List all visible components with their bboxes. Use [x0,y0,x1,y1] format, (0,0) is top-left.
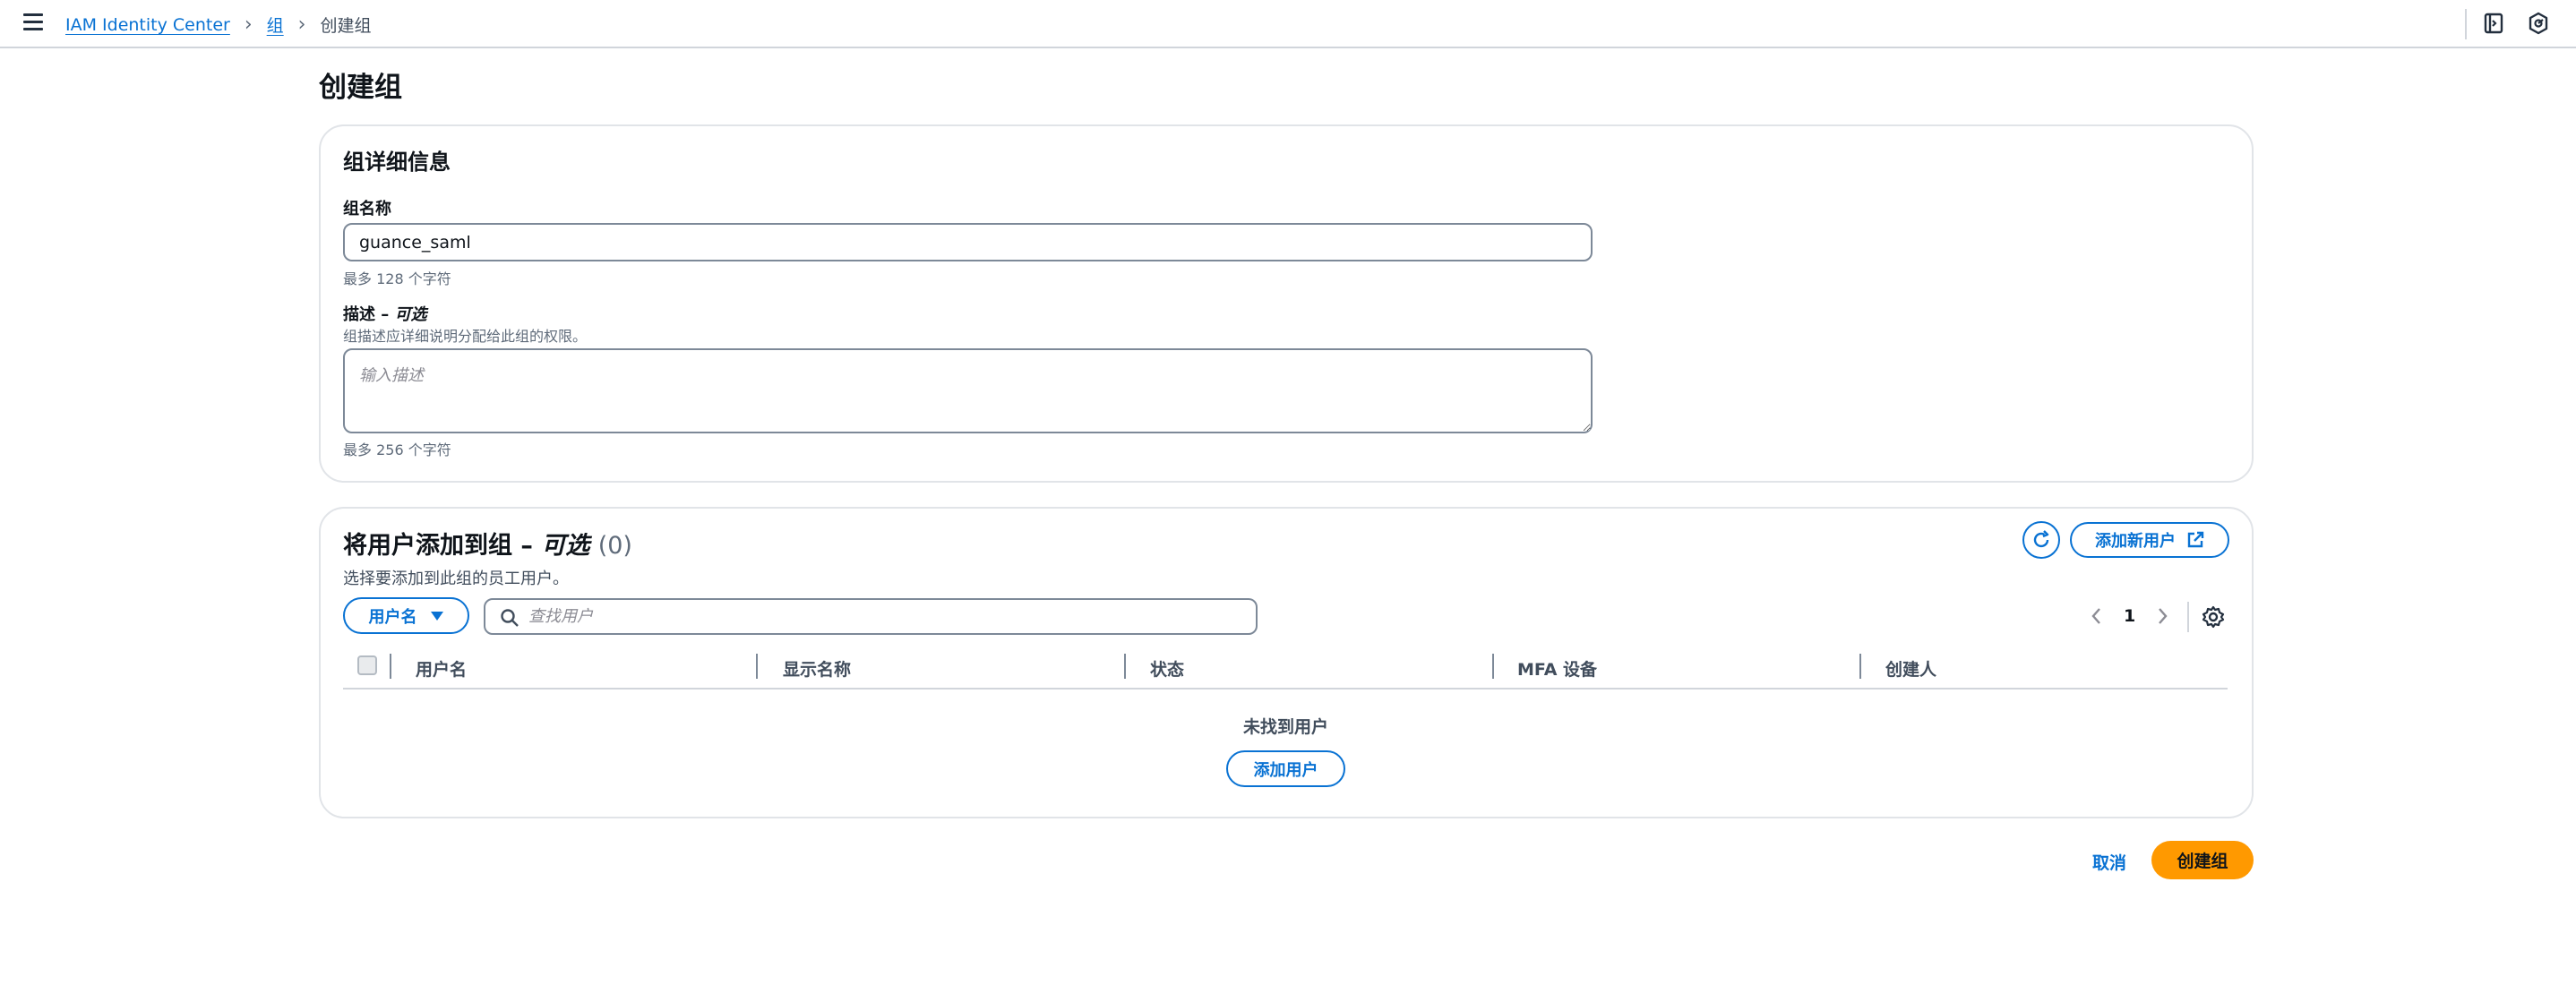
chevron-right-icon: › [297,13,306,36]
add-users-heading: 将用户添加到组 – 可选 (0) [343,526,632,561]
chevron-left-icon[interactable] [2088,605,2106,627]
user-search-field[interactable] [484,598,1258,635]
breadcrumb-current: 创建组 [320,16,372,36]
description-label: 描述 – 可选 [343,302,427,325]
refresh-icon [2033,530,2049,548]
refresh-button[interactable] [2022,521,2060,559]
description-label-text: 描述 – [343,305,390,324]
add-users-heading-text: 将用户添加到组 – [343,532,533,560]
caret-down-icon [430,611,443,621]
column-divider [756,654,758,679]
user-search-input[interactable] [528,600,1245,633]
add-users-optional-text: 可选 [541,532,590,560]
pager-divider [2187,602,2189,632]
breadcrumb: IAM Identity Center › 组 › 创建组 [65,13,372,37]
topbar-divider [2465,9,2467,39]
add-users-description: 选择要添加到此组的员工用户。 [343,570,569,588]
users-count: (0) [597,532,632,560]
add-user-button[interactable]: 添加用户 [1226,750,1345,787]
notes-icon[interactable] [2482,12,2505,35]
select-all-checkbox[interactable] [357,655,377,675]
column-header-username[interactable]: 用户名 [416,656,467,681]
breadcrumb-iam-identity-center[interactable]: IAM Identity Center [65,15,230,35]
column-divider [390,654,391,679]
add-new-user-label: 添加新用户 [2095,532,2176,551]
empty-state-text: 未找到用户 [1243,717,1329,737]
filter-property-dropdown[interactable]: 用户名 [343,597,469,634]
search-icon [501,609,519,627]
column-header-mfa-devices[interactable]: MFA 设备 [1517,656,1597,681]
users-table-header: 用户名 显示名称 状态 MFA 设备 创建人 [343,648,2228,690]
column-divider [1492,654,1494,679]
column-header-created-by[interactable]: 创建人 [1885,656,1936,681]
menu-icon[interactable] [23,13,43,33]
create-group-button[interactable]: 创建组 [2151,841,2254,879]
description-textarea[interactable] [343,348,1593,433]
add-new-user-button[interactable]: 添加新用户 [2070,522,2229,558]
description-hint: 最多 256 个字符 [343,441,451,458]
page-title: 创建组 [319,72,402,104]
column-divider [1124,654,1126,679]
group-name-input[interactable] [343,223,1593,261]
description-help-text: 组描述应详细说明分配给此组的权限。 [343,328,588,345]
group-details-heading: 组详细信息 [343,150,451,175]
description-optional-text: 可选 [394,305,427,324]
settings-shield-icon[interactable] [2527,12,2550,35]
column-header-status[interactable]: 状态 [1150,656,1184,681]
group-name-label: 组名称 [343,200,391,218]
group-name-hint: 最多 128 个字符 [343,270,451,287]
pagination: 1 [2088,605,2171,627]
breadcrumb-groups[interactable]: 组 [267,13,284,37]
cancel-button[interactable]: 取消 [2092,850,2126,874]
column-divider [1859,654,1861,679]
top-navigation-bar: IAM Identity Center › 组 › 创建组 [0,0,2576,48]
add-user-label: 添加用户 [1253,760,1318,780]
filter-property-label: 用户名 [368,607,417,627]
column-header-display-name[interactable]: 显示名称 [783,656,851,681]
chevron-right-icon[interactable] [2153,605,2171,627]
external-link-icon [2187,531,2204,548]
gear-icon[interactable] [2202,605,2225,629]
page-number[interactable]: 1 [2124,606,2135,626]
create-group-label: 创建组 [2177,852,2228,871]
chevron-right-icon: › [244,13,253,36]
